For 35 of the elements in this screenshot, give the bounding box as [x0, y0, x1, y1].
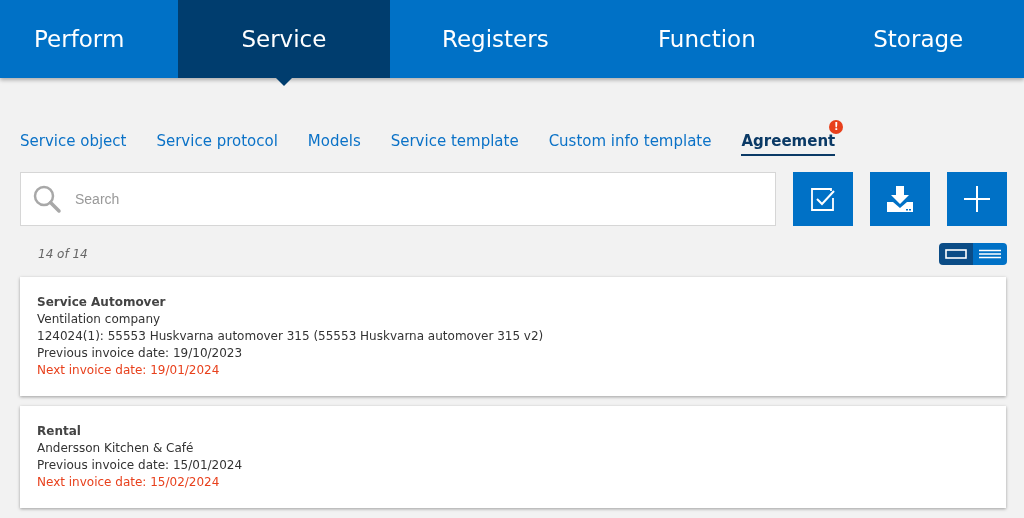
tab-pointer	[275, 78, 292, 86]
sub-tab[interactable]: Service object	[20, 129, 127, 156]
nav-tab[interactable]: Registers	[389, 0, 602, 78]
view-toggle-button[interactable]	[973, 243, 1007, 265]
card-text: Previous invoice date: 15/01/2024	[37, 457, 243, 474]
card-title: Service Automover	[37, 294, 166, 311]
search-field[interactable]: Search	[20, 172, 776, 226]
card-view-icon	[945, 249, 967, 259]
card-text: Andersson Kitchen & Café	[37, 440, 194, 457]
download-button[interactable]	[870, 172, 930, 226]
checkbox-icon	[809, 185, 837, 213]
sub-tab[interactable]: Models	[307, 129, 361, 156]
nav-tab[interactable]: Perform	[0, 0, 179, 78]
list-view-icon	[979, 249, 1001, 259]
card-text: Previous invoice date: 19/10/2023	[37, 345, 243, 362]
agreement-card[interactable]: Service Automover Ventilation company 124024(1): 55553 Huskvarna automover 315 (55553 Huskvarna automover 315 v2) Previous invoice date: 19/10/2023 Next invoice date: 19/01/2024	[20, 277, 1006, 396]
plus-icon	[963, 185, 991, 213]
result-count: 14 of 14	[38, 246, 88, 263]
view-toggle-button[interactable]	[939, 243, 973, 265]
card-text: 124024(1): 55553 Huskvarna automover 315 (55553 Huskvarna automover 315 v2)	[37, 328, 544, 345]
search-icon	[32, 184, 62, 214]
agreement-card[interactable]: Rental Andersson Kitchen & Café Previous invoice date: 15/01/2024 Next invoice date: 15/02/2024	[20, 406, 1006, 508]
add-button[interactable]	[947, 172, 1007, 226]
alert-badge: !	[829, 119, 844, 134]
sub-tab[interactable]: Service template	[390, 129, 519, 156]
nav-tab[interactable]: Storage	[812, 0, 1024, 78]
sub-tab[interactable]: Custom info template	[548, 129, 712, 156]
card-text: Ventilation company	[37, 311, 161, 328]
next-invoice-date: Next invoice date: 15/02/2024	[37, 474, 220, 491]
nav-tab[interactable]: Function	[601, 0, 813, 78]
download-icon	[885, 184, 915, 214]
sub-tab[interactable]: Service protocol	[156, 129, 278, 156]
card-title: Rental	[37, 423, 81, 440]
next-invoice-date: Next invoice date: 19/01/2024	[37, 362, 220, 379]
select-button[interactable]	[793, 172, 853, 226]
